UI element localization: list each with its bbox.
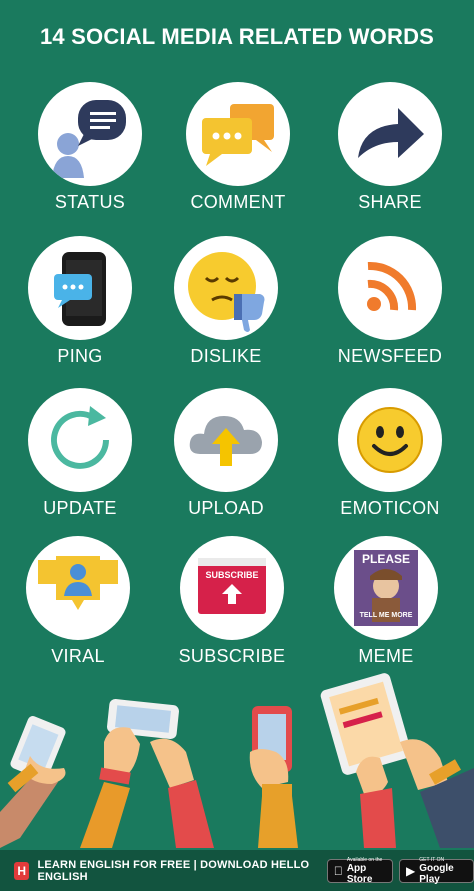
- item-emoticon: EMOTICON: [320, 388, 460, 519]
- item-meme: PLEASE TELL ME MORE MEME: [316, 536, 456, 667]
- item-upload: UPLOAD: [156, 388, 296, 519]
- hello-english-logo[interactable]: H: [14, 861, 30, 880]
- item-newsfeed: NEWSFEED: [320, 236, 460, 367]
- google-play-badge[interactable]: ▶ GET IT ON Google Play: [399, 857, 474, 885]
- ping-phone-icon: [28, 236, 132, 340]
- item-label: DISLIKE: [190, 346, 262, 366]
- item-label: PING: [57, 346, 103, 366]
- item-label: UPDATE: [43, 498, 117, 518]
- smiley-icon: [338, 388, 442, 492]
- item-status: STATUS: [20, 82, 160, 213]
- google-play-text: Google Play: [418, 862, 453, 885]
- meme-image-icon: PLEASE TELL ME MORE: [334, 536, 438, 640]
- meme-bottom-text: TELL ME MORE: [359, 612, 413, 619]
- cloud-upload-icon: [174, 388, 278, 492]
- item-label: UPLOAD: [188, 498, 264, 518]
- item-label: COMMENT: [190, 192, 286, 212]
- viral-people-icon: [26, 536, 130, 640]
- page-title: 14 SOCIAL MEDIA RELATED WORDS: [39, 24, 435, 49]
- share-arrow-icon: [338, 82, 442, 186]
- play-icon: ▶: [404, 863, 415, 878]
- item-share: SHARE: [320, 82, 460, 213]
- meme-top-text: PLEASE: [361, 552, 410, 566]
- status-chat-person-icon: [38, 82, 142, 186]
- footer-text: LEARN ENGLISH FOR FREE | DOWNLOAD HELLO …: [37, 858, 310, 883]
- item-label: NEWSFEED: [337, 346, 443, 366]
- rss-feed-icon: [338, 236, 442, 340]
- app-store-badge[interactable]:  Available on the App Store: [326, 856, 394, 885]
- item-label: MEME: [358, 646, 414, 666]
- footer-bar: H LEARN ENGLISH FOR FREE | DOWNLOAD HELL…: [0, 850, 474, 891]
- app-store-small-text: Available on the: [343, 856, 383, 863]
- item-label: SUBSCRIBE: [178, 646, 286, 666]
- hands-with-devices-illustration: [0, 673, 474, 848]
- apple-icon: : [334, 864, 343, 878]
- comment-bubbles-icon: [186, 82, 290, 186]
- dislike-emoji-icon: [174, 236, 278, 340]
- item-update: UPDATE: [10, 388, 150, 519]
- subscribe-text: SUBSCRIBE: [205, 570, 259, 580]
- item-subscribe: SUBSCRIBE SUBSCRIBE: [162, 536, 302, 667]
- item-ping: PING: [10, 236, 150, 367]
- item-label: SHARE: [358, 192, 422, 212]
- item-label: VIRAL: [51, 646, 105, 666]
- subscribe-button-icon: SUBSCRIBE: [180, 536, 284, 640]
- refresh-icon: [28, 388, 132, 492]
- item-label: STATUS: [54, 192, 126, 212]
- item-dislike: DISLIKE: [156, 236, 296, 367]
- item-label: EMOTICON: [340, 498, 440, 518]
- app-store-text: App Store: [343, 862, 373, 885]
- item-viral: VIRAL: [8, 536, 148, 667]
- item-comment: COMMENT: [168, 82, 308, 213]
